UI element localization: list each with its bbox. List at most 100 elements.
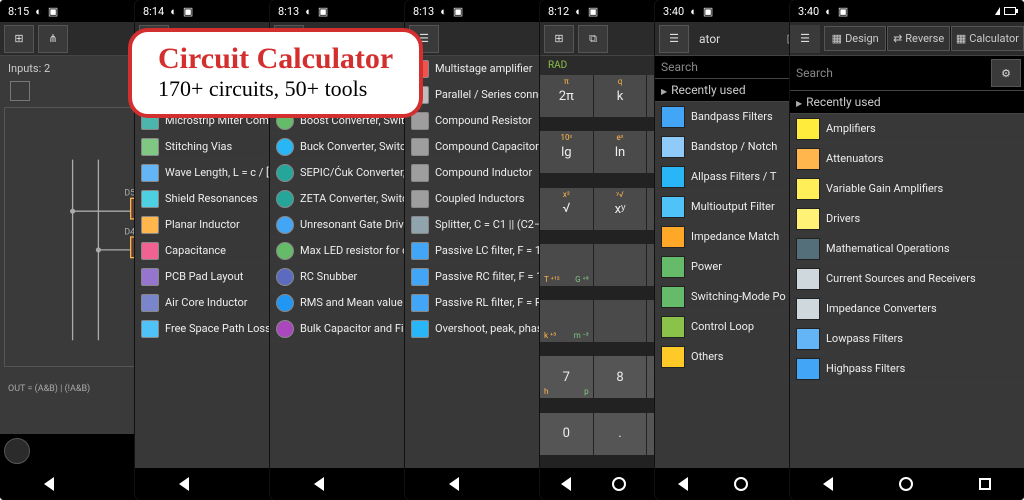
tab-design[interactable]: ▦ Design [824,26,886,51]
category-icon [661,226,685,248]
settings-icon[interactable]: ⚙ [991,59,1021,87]
tab-reverse[interactable]: ⇄ Reverse [887,26,949,51]
menu-icon[interactable]: ☰ [659,25,689,53]
item-icon [141,138,159,156]
category-icon [796,208,820,230]
category-label: Lowpass Filters [826,332,903,345]
item-label: RMS and Mean value [300,296,403,309]
item-icon [276,216,294,234]
svg-text:D5: D5 [124,189,135,199]
title-sub: 170+ circuits, 50+ tools [158,76,393,102]
category-item[interactable]: Lowpass Filters [790,324,1024,354]
keypad-key[interactable] [594,244,647,286]
tab-calculator[interactable]: ▦ Calculator [951,26,1024,51]
category-icon [661,136,685,158]
grid-icon[interactable]: ⊞ [544,25,574,53]
copy-icon[interactable]: ⧉ [578,25,608,53]
keypad-key[interactable]: . [594,413,647,455]
category-icon [661,316,685,338]
item-label: SEPIC/Ćuk Converter, S [300,166,414,179]
item-icon [411,242,429,260]
category-icon [661,166,685,188]
category-icon [796,238,820,260]
keypad-key[interactable]: 10ˣlg [540,131,593,173]
item-icon [141,268,159,286]
category-item[interactable]: Attenuators [790,144,1024,174]
phone-design: 3:40◐▣ ☰ ▦ Design ⇄ Reverse ▦ Calculator… [790,0,1024,500]
item-label: Shield Resonances [165,192,258,205]
item-label: Max LED resistor for cu [300,244,414,257]
category-item[interactable]: Drivers [790,204,1024,234]
keypad-key[interactable]: x²√ [540,188,593,230]
keypad-key[interactable]: T ⁺¹²G ⁺⁹ [540,244,593,286]
item-icon [411,190,429,208]
item-icon [411,320,429,338]
item-label: Coupled Inductors [435,192,524,205]
menu-icon[interactable]: ☰ [790,25,820,53]
dial-button[interactable] [4,438,30,464]
nav-back-icon[interactable] [179,477,189,491]
category-label: Mathematical Operations [826,242,950,255]
item-label: Compound Capacitor [435,140,539,153]
category-label: Power [691,260,722,273]
category-label: Bandpass Filters [691,110,773,123]
item-icon [141,216,159,234]
item-icon [411,216,429,234]
keypad-key[interactable]: 8 [594,356,647,398]
item-icon [141,242,159,260]
category-icon [661,106,685,128]
item-label: RC Snubber [300,270,357,283]
keypad-key[interactable]: ʸ√xʸ [594,188,647,230]
category-item[interactable]: Mathematical Operations [790,234,1024,264]
category-item[interactable]: Current Sources and Receivers [790,264,1024,294]
category-icon [661,196,685,218]
keypad-key[interactable] [594,300,647,342]
item-label: Air Core Inductor [165,296,248,309]
item-icon [276,294,294,312]
item-label: Passive LC filter, F = 1 [435,244,541,257]
category-label: Multioutput Filter [691,200,775,213]
item-label: Planar Inductor [165,218,240,231]
item-label: Passive RC filter, F = 1 [435,270,542,283]
item-label: Bulk Capacitor and Filt [300,322,410,335]
svg-text:D4: D4 [124,227,135,237]
category-item[interactable]: Variable Gain Amplifiers [790,174,1024,204]
item-label: PCB Pad Layout [165,270,243,283]
item-icon [141,320,159,338]
keypad-key[interactable]: 0 [540,413,593,455]
keypad-key[interactable]: eˣln [594,131,647,173]
category-item[interactable]: Impedance Converters [790,294,1024,324]
category-icon [661,286,685,308]
item-icon [411,268,429,286]
category-label: Impedance Converters [826,302,937,315]
item-label: Free Space Path Loss [165,322,271,335]
item-icon [276,190,294,208]
category-label: Others [691,350,723,363]
grid-icon[interactable]: ⊞ [4,25,34,53]
share-icon[interactable]: ⋔ [38,25,68,53]
category-item[interactable]: Highpass Filters [790,354,1024,384]
calc-mode: RAD [548,60,567,71]
keypad-key[interactable]: k ⁺³m ⁻³ [540,300,593,342]
schem-checkbox[interactable] [10,81,30,101]
item-icon [141,164,159,182]
nav-back-icon[interactable] [44,477,54,491]
section-recent[interactable]: Recently used [790,91,1024,114]
title-card: Circuit Calculator 170+ circuits, 50+ to… [128,28,423,118]
keypad-key[interactable]: π2π [540,75,593,117]
keypad-key[interactable]: qk [594,75,647,117]
category-icon [796,328,820,350]
category-label: Allpass Filters / T [691,170,776,183]
search-input[interactable]: Search [790,62,988,84]
category-item[interactable]: Amplifiers [790,114,1024,144]
item-icon [411,294,429,312]
item-label: Parallel / Series conne [435,88,544,101]
item-label: ZETA Converter, Switch [300,192,414,205]
item-label: Multistage amplifier [435,62,532,75]
category-icon [796,298,820,320]
item-icon [141,190,159,208]
item-icon [411,164,429,182]
keypad-key[interactable]: 7hp [540,356,593,398]
item-icon [276,320,294,338]
out-expression: OUT = (A&B) | (!A&B) [8,384,90,394]
